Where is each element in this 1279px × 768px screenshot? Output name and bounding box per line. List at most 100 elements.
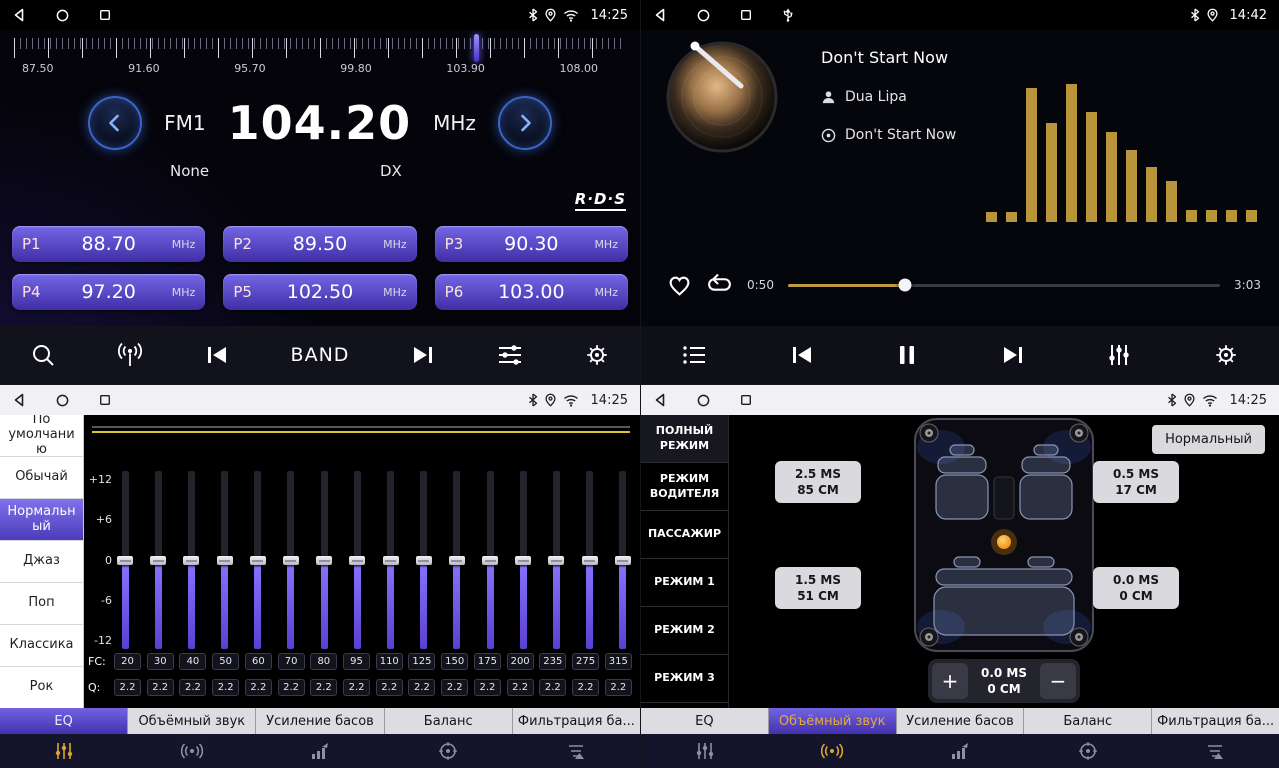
preset-button[interactable]: P6103.00MHz [435,274,628,310]
slider-handle[interactable] [416,556,432,565]
mode-item[interactable]: ПОЛНЫЙ РЕЖИМ [641,415,728,463]
eq-band-slider[interactable] [282,471,300,649]
recents-icon[interactable] [99,9,111,21]
preset-button[interactable]: P497.20MHz [12,274,205,310]
eq-preset-item[interactable]: Поп [0,583,83,625]
scan-button[interactable] [30,342,56,368]
tab-filter[interactable]: Фильтрация ба... [513,708,640,734]
eq-band-slider[interactable] [348,471,366,649]
equalizer-button[interactable] [1106,342,1132,368]
front-left-delay-button[interactable]: 2.5 MS 85 CM [775,461,861,503]
eq-band-slider[interactable] [116,471,134,649]
mode-item[interactable]: РЕЖИМ 3 [641,655,728,703]
back-icon[interactable] [12,393,26,407]
rear-right-delay-button[interactable]: 0.0 MS 0 CM [1093,567,1179,609]
dial-pointer[interactable] [474,34,479,62]
home-icon[interactable] [697,394,710,407]
tab-surround-sound-icon[interactable] [769,741,897,761]
eq-preset-item[interactable]: Джаз [0,541,83,583]
slider-handle[interactable] [183,556,199,565]
tab-surround-sound-icon[interactable] [128,741,256,761]
eq-band-slider[interactable] [514,471,532,649]
eq-band-slider[interactable] [547,471,565,649]
eq-band-slider[interactable] [216,471,234,649]
tab-surround-sound[interactable]: Объёмный звук [128,708,256,734]
mode-item[interactable]: ПАССАЖИР [641,511,728,559]
front-right-delay-button[interactable]: 0.5 MS 17 CM [1093,461,1179,503]
repeat-button[interactable] [706,274,733,297]
eq-band-slider[interactable] [614,471,632,649]
tab-eq[interactable]: EQ [641,708,769,734]
slider-handle[interactable] [283,556,299,565]
home-icon[interactable] [56,394,69,407]
tab-balance[interactable]: Баланс [1024,708,1152,734]
slider-handle[interactable] [316,556,332,565]
eq-preset-item[interactable]: Нормальный [0,499,83,541]
slider-handle[interactable] [217,556,233,565]
increase-delay-button[interactable]: + [932,663,968,699]
eq-band-slider[interactable] [315,471,333,649]
album-art[interactable] [665,40,779,154]
eq-band-slider[interactable] [581,471,599,649]
equalizer-button[interactable] [496,342,524,368]
slider-handle[interactable] [482,556,498,565]
progress-bar[interactable] [788,284,1220,287]
slider-handle[interactable] [449,556,465,565]
tune-up-button[interactable] [498,96,552,150]
settings-button[interactable] [1213,342,1239,368]
slider-handle[interactable] [349,556,365,565]
tab-bass-boost[interactable]: Усиление басов [897,708,1025,734]
recents-icon[interactable] [740,394,752,406]
pause-button[interactable] [895,342,919,368]
progress-knob[interactable] [898,279,911,292]
seek-down-button[interactable] [204,342,230,368]
home-icon[interactable] [697,9,710,22]
preset-button[interactable]: P390.30MHz [435,226,628,262]
tune-down-button[interactable] [88,96,142,150]
previous-track-button[interactable] [789,342,815,368]
recents-icon[interactable] [99,394,111,406]
rear-left-delay-button[interactable]: 1.5 MS 51 CM [775,567,861,609]
eq-band-slider[interactable] [182,471,200,649]
eq-band-slider[interactable] [249,471,267,649]
eq-preset-item[interactable]: Классика [0,625,83,667]
eq-preset-item[interactable]: По умолчанию [0,415,83,457]
slider-handle[interactable] [548,556,564,565]
recents-icon[interactable] [740,9,752,21]
seek-up-button[interactable] [410,342,436,368]
eq-band-slider[interactable] [149,471,167,649]
slider-handle[interactable] [150,556,166,565]
tab-eq[interactable]: EQ [0,708,128,734]
settings-button[interactable] [584,342,610,368]
tab-filter-icon[interactable] [1151,741,1279,761]
slider-handle[interactable] [615,556,631,565]
preset-button[interactable]: P289.50MHz [223,226,416,262]
tab-bass-boost[interactable]: Усиление басов [256,708,384,734]
tab-filter[interactable]: Фильтрация ба... [1152,708,1279,734]
sound-preset-button[interactable]: Нормальный [1152,425,1265,454]
eq-band-slider[interactable] [448,471,466,649]
frequency-dial[interactable]: 87.5091.6095.7099.80103.90108.00 [0,30,640,88]
eq-preset-item[interactable]: Обычай [0,457,83,499]
tab-balance-icon[interactable] [384,741,512,761]
eq-preset-item[interactable]: Рок [0,667,83,709]
eq-band-slider[interactable] [481,471,499,649]
slider-handle[interactable] [250,556,266,565]
tab-filter-icon[interactable] [512,741,640,761]
playlist-button[interactable] [681,342,708,368]
home-icon[interactable] [56,9,69,22]
slider-handle[interactable] [383,556,399,565]
tab-eq-icon[interactable] [641,741,769,761]
tab-eq-icon[interactable] [0,741,128,761]
tab-bass-boost-icon[interactable] [896,741,1024,761]
tab-bass-boost-icon[interactable] [256,741,384,761]
slider-handle[interactable] [117,556,133,565]
back-icon[interactable] [653,8,667,22]
slider-handle[interactable] [515,556,531,565]
mode-item[interactable]: РЕЖИМ 2 [641,607,728,655]
tab-balance[interactable]: Баланс [385,708,513,734]
decrease-delay-button[interactable]: − [1040,663,1076,699]
tab-surround-sound[interactable]: Объёмный звук [769,708,897,734]
next-track-button[interactable] [1000,342,1026,368]
tab-balance-icon[interactable] [1024,741,1152,761]
